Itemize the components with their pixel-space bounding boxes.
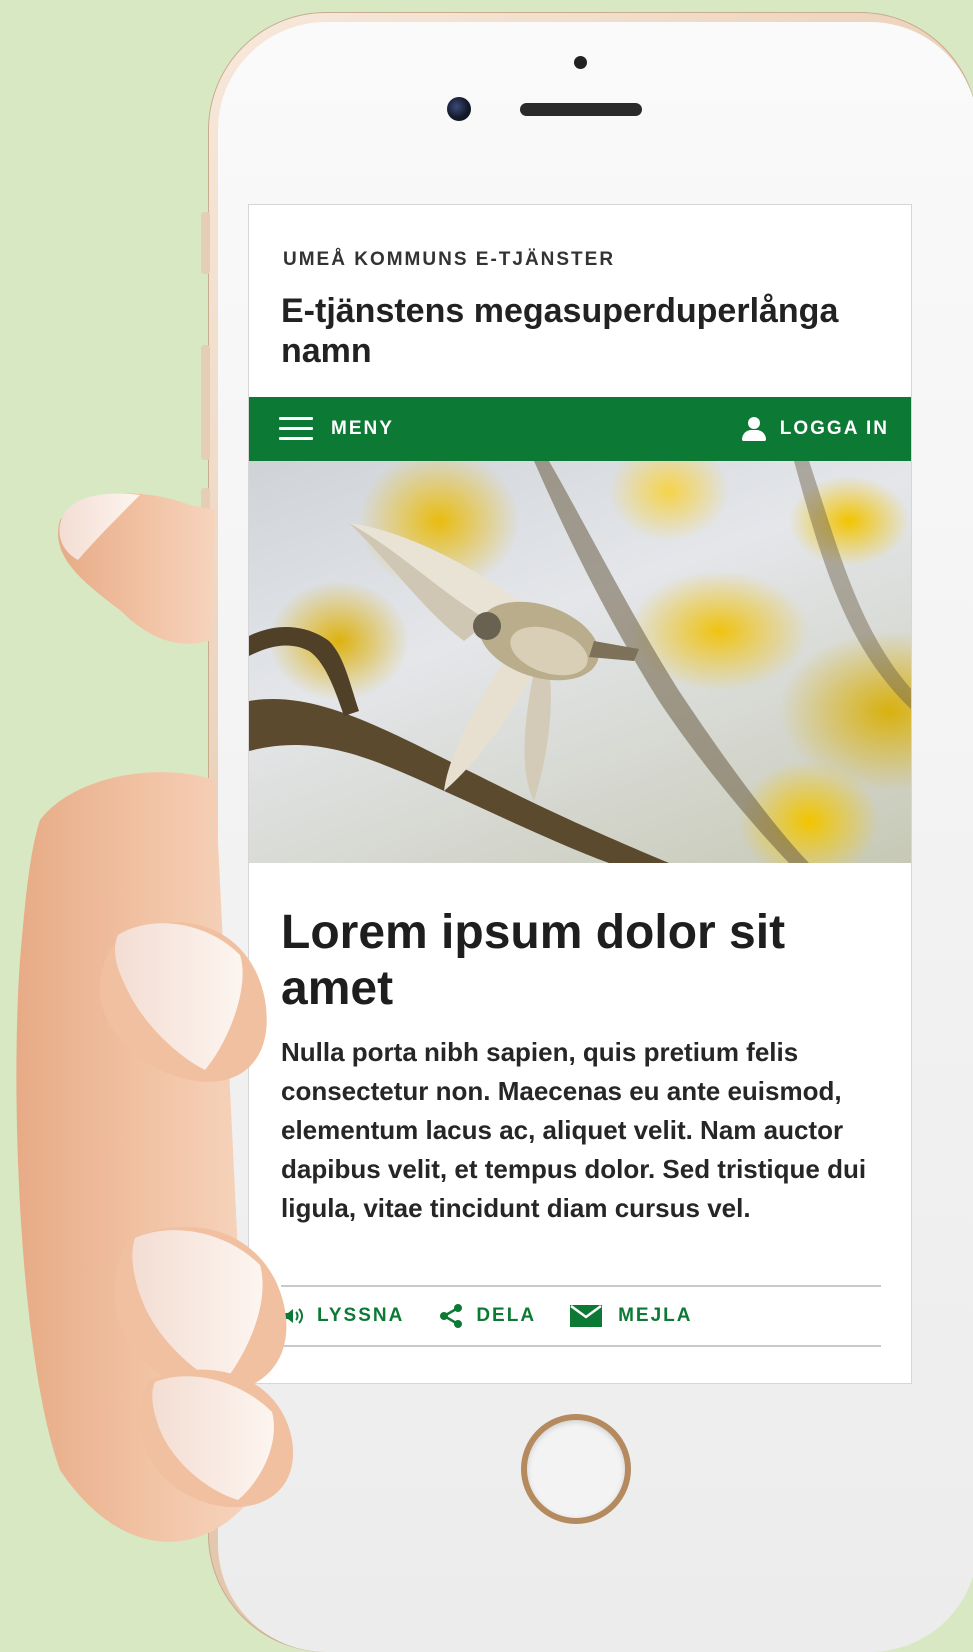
hero-image	[249, 461, 911, 863]
email-label: MEJLA	[618, 1305, 693, 1326]
phone-volume-up-button	[201, 345, 210, 460]
service-title: E-tjänstens megasuperduperlånga namn	[281, 292, 839, 370]
listen-button[interactable]: LYSSNA	[281, 1304, 404, 1328]
earpiece-speaker	[520, 103, 642, 116]
article-title: Lorem ipsum dolor sit amet	[281, 906, 786, 1015]
front-camera	[447, 97, 471, 121]
menu-button[interactable]: MENY	[279, 397, 394, 461]
login-button[interactable]: LOGGA IN	[741, 397, 889, 461]
email-button[interactable]: MEJLA	[570, 1304, 692, 1328]
share-icon	[440, 1304, 463, 1328]
listen-label: LYSSNA	[317, 1305, 405, 1326]
navbar: MENY LOGGA IN	[249, 397, 911, 461]
proximity-sensor	[574, 56, 587, 69]
brand-name: UMEÅ KOMMUNS E-TJÄNSTER	[283, 249, 616, 270]
bird-illustration	[249, 461, 911, 863]
phone-mute-switch	[201, 212, 210, 274]
share-label: DELA	[476, 1305, 537, 1326]
menu-label: MENY	[331, 418, 394, 439]
speaker-icon	[284, 1308, 303, 1324]
share-button[interactable]: DELA	[438, 1303, 536, 1329]
article-body: Nulla porta nibh sapien, quis pretium fe…	[281, 1037, 867, 1223]
hamburger-menu-icon	[279, 416, 313, 442]
user-icon	[741, 417, 766, 441]
home-button[interactable]	[521, 1414, 631, 1524]
phone-screen: UMEÅ KOMMUNS E-TJÄNSTER E-tjänstens mega…	[248, 204, 912, 1384]
login-label: LOGGA IN	[779, 418, 889, 439]
phone-volume-down-button	[201, 488, 210, 603]
envelope-icon	[570, 1304, 603, 1327]
action-bar: LYSSNA DELA MEJLA	[281, 1285, 881, 1347]
